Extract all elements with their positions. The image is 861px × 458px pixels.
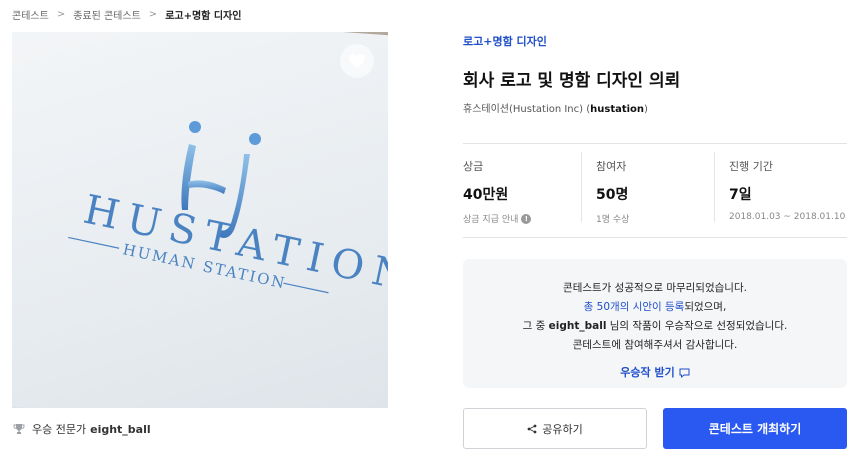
breadcrumb: 콘테스트 > 종료된 콘테스트 > 로고+명함 디자인 bbox=[12, 6, 241, 22]
divider bbox=[463, 143, 847, 144]
winner-prefix: 우승 전문가 bbox=[32, 423, 87, 436]
contest-stats: 상금 40만원 상금 지급 안내 ! 참여자 50명 1명 수상 진행 기간 7… bbox=[463, 152, 847, 225]
contest-complete-notice: 콘테스트가 성공적으로 마무리되었습니다. 총 50개의 시안이 등록되었으며,… bbox=[463, 259, 847, 388]
stat-value: 7일 bbox=[729, 187, 752, 203]
winner-name: eight_ball bbox=[548, 320, 607, 332]
notice-line: 콘테스트에 참여해주셔서 감사합니다. bbox=[572, 339, 738, 351]
submissions-link[interactable]: 총 50개의 시안이 등록 bbox=[584, 301, 685, 313]
stat-sub: 2018.01.03 ~ 2018.01.10 bbox=[729, 212, 846, 222]
hustation-logo: HUSTATION HUMAN STATION bbox=[68, 121, 388, 302]
like-button[interactable] bbox=[340, 44, 374, 78]
get-winning-work-link[interactable]: 우승작 받기 bbox=[620, 363, 690, 382]
chevron-right-icon: > bbox=[56, 8, 66, 20]
chevron-right-icon: > bbox=[148, 8, 158, 20]
winner-nickname[interactable]: eight_ball bbox=[90, 423, 151, 436]
stat-label: 진행 기간 bbox=[729, 160, 773, 173]
notice-line: 그 중 eight_ball 님의 작품이 우승작으로 선정되었습니다. bbox=[522, 320, 788, 332]
notice-line: 총 50개의 시안이 등록되었으며, bbox=[583, 301, 727, 313]
page-title: 회사 로고 및 명함 디자인 의뢰 bbox=[463, 71, 681, 91]
stat-sub: 1명 수상 bbox=[596, 215, 630, 225]
breadcrumb-contest[interactable]: 콘테스트 bbox=[12, 7, 49, 22]
stat-prize: 상금 40만원 상금 지급 안내 ! bbox=[463, 152, 581, 225]
contest-main-image[interactable]: HUSTATION HUMAN STATION bbox=[12, 32, 388, 408]
contest-category[interactable]: 로고+명함 디자인 bbox=[463, 33, 547, 49]
share-icon bbox=[527, 424, 537, 434]
stat-label: 참여자 bbox=[596, 160, 627, 173]
notice-line: 콘테스트가 성공적으로 마무리되었습니다. bbox=[563, 282, 747, 294]
share-button[interactable]: 공유하기 bbox=[463, 408, 647, 449]
client-handle[interactable]: hustation bbox=[590, 104, 644, 115]
stat-value: 40만원 bbox=[463, 187, 509, 203]
stat-participants: 참여자 50명 1명 수상 bbox=[581, 152, 714, 225]
stat-label: 상금 bbox=[463, 160, 484, 173]
company-name: 휴스테이션(Hustation Inc) ( bbox=[463, 104, 591, 115]
client-company: 휴스테이션(Hustation Inc) (hustation) bbox=[463, 104, 648, 115]
info-icon[interactable]: ! bbox=[521, 213, 532, 224]
stat-value: 50명 bbox=[596, 187, 629, 203]
share-label: 공유하기 bbox=[542, 422, 583, 436]
stat-period: 진행 기간 7일 2018.01.03 ~ 2018.01.10 bbox=[714, 152, 847, 222]
winner-info: 우승 전문가 eight_ball bbox=[12, 420, 151, 438]
trophy-icon bbox=[12, 422, 26, 436]
breadcrumb-ended-contests[interactable]: 종료된 콘테스트 bbox=[73, 7, 141, 22]
divider bbox=[463, 237, 847, 238]
prize-payment-guide[interactable]: 상금 지급 안내 ! bbox=[463, 212, 581, 225]
host-contest-button[interactable]: 콘테스트 개최하기 bbox=[663, 408, 847, 449]
chat-bubble-icon bbox=[679, 368, 690, 378]
breadcrumb-current[interactable]: 로고+명함 디자인 bbox=[165, 7, 241, 22]
heart-icon bbox=[349, 54, 365, 68]
